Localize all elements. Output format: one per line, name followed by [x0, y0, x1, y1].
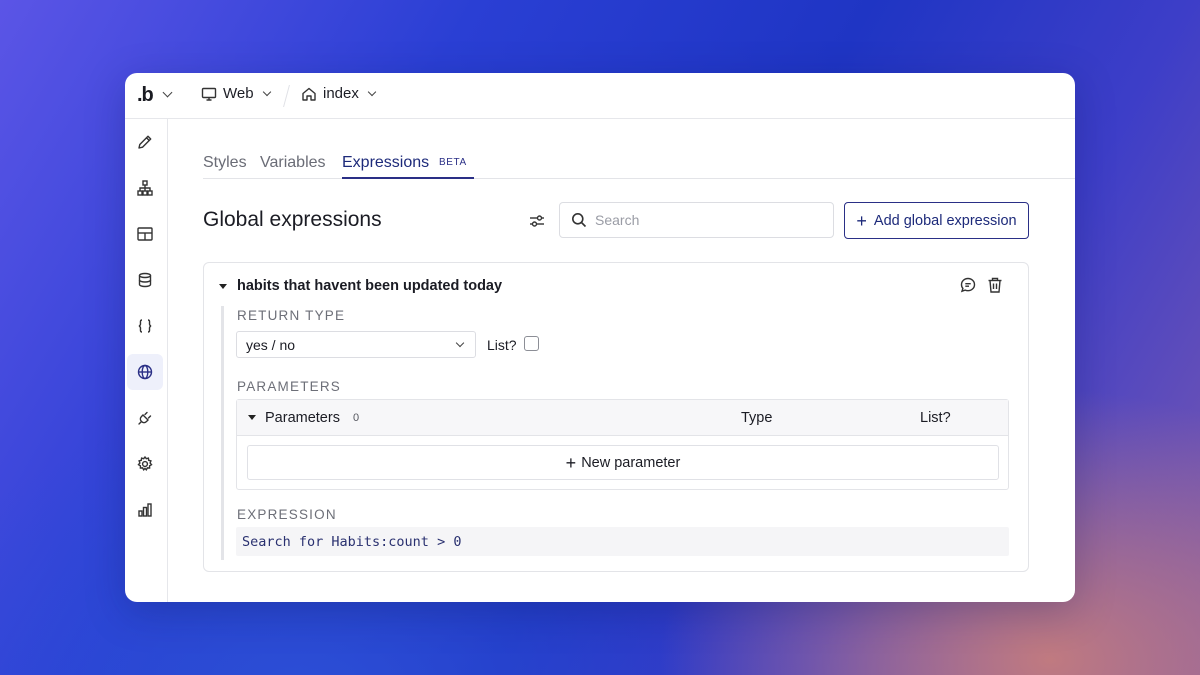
- chevron-down-icon: [367, 87, 377, 96]
- expression-card: habits that havent been updated today RE…: [203, 262, 1029, 572]
- expression-name[interactable]: habits that havent been updated today: [237, 278, 502, 294]
- platform-dropdown[interactable]: Web: [201, 85, 271, 102]
- beta-badge: BETA: [439, 157, 467, 168]
- return-type-value: yes / no: [246, 336, 296, 353]
- braces-icon: [138, 319, 152, 333]
- collapse-caret-icon[interactable]: [219, 284, 227, 289]
- sidebar-item-code[interactable]: [127, 308, 163, 344]
- add-global-expression-button[interactable]: + Add global expression: [844, 202, 1029, 239]
- parameters-label: PARAMETERS: [237, 379, 342, 394]
- collapse-caret-icon[interactable]: [248, 415, 256, 420]
- sidebar-item-data[interactable]: [127, 262, 163, 298]
- database-icon: [138, 272, 152, 288]
- chevron-down-icon: [455, 338, 465, 348]
- trash-icon[interactable]: [986, 276, 1004, 294]
- expression-code: Search for Habits:count > 0: [242, 533, 462, 550]
- return-type-select[interactable]: yes / no: [236, 331, 476, 358]
- hierarchy-icon: [137, 180, 153, 196]
- sidebar-item-tree[interactable]: [127, 170, 163, 206]
- tab-variables[interactable]: Variables: [260, 154, 326, 172]
- app-logo[interactable]: .b: [137, 84, 154, 107]
- new-parameter-button[interactable]: + New parameter: [247, 445, 999, 480]
- home-icon: [302, 87, 316, 101]
- active-tab-indicator: [342, 177, 474, 179]
- parameters-table-header: Parameters 0 Type List?: [237, 400, 1008, 436]
- plus-icon: +: [856, 210, 867, 231]
- monitor-icon: [201, 87, 217, 101]
- app-window: .b Web index Styles Variables Expression…: [125, 73, 1075, 602]
- tab-bar: Styles Variables Expressions BETA: [203, 149, 1075, 179]
- bar-chart-icon: [138, 503, 152, 517]
- parameters-count: 0: [353, 412, 360, 424]
- breadcrumb-divider: [283, 85, 290, 107]
- search-box: [559, 202, 834, 238]
- sidebar-item-settings[interactable]: [127, 446, 163, 482]
- chevron-down-icon: [262, 87, 271, 96]
- list-checkbox-label: List?: [487, 337, 517, 353]
- layout-icon: [137, 227, 153, 241]
- plug-icon: [138, 411, 152, 425]
- add-button-label: Add global expression: [873, 212, 1017, 229]
- search-icon: [572, 213, 587, 228]
- sidebar-item-plugins[interactable]: [127, 400, 163, 436]
- chevron-down-icon[interactable]: [162, 87, 173, 98]
- list-checkbox[interactable]: [524, 336, 539, 351]
- card-indent-bar: [221, 306, 224, 560]
- filter-icon[interactable]: [527, 211, 547, 231]
- sidebar-item-layout[interactable]: [127, 216, 163, 252]
- column-header-list: List?: [920, 410, 951, 426]
- main-panel: Styles Variables Expressions BETA Global…: [169, 119, 1075, 602]
- plus-icon: +: [565, 452, 577, 473]
- sidebar-item-design[interactable]: [127, 124, 163, 160]
- return-type-label: RETURN TYPE: [237, 308, 346, 323]
- new-parameter-label: New parameter: [581, 454, 681, 471]
- top-bar: .b Web index: [125, 73, 1075, 119]
- comment-icon[interactable]: [959, 276, 977, 294]
- pencil-icon: [138, 135, 152, 149]
- page-label: index: [323, 85, 359, 102]
- sidebar-item-analytics[interactable]: [127, 492, 163, 528]
- tab-styles[interactable]: Styles: [203, 154, 247, 172]
- tab-expressions[interactable]: Expressions: [342, 154, 429, 172]
- parameters-title: Parameters: [265, 410, 340, 426]
- expression-editor[interactable]: Search for Habits:count > 0: [236, 527, 1009, 556]
- expression-label: EXPRESSION: [237, 507, 337, 522]
- globe-icon: [137, 364, 153, 380]
- sidebar-item-global[interactable]: [127, 354, 163, 390]
- search-input[interactable]: [595, 212, 815, 228]
- parameters-table: Parameters 0 Type List? + New parameter: [236, 399, 1009, 490]
- sidebar: [125, 119, 168, 602]
- page-title: Global expressions: [203, 208, 382, 231]
- platform-label: Web: [223, 85, 254, 102]
- column-header-type: Type: [741, 410, 773, 426]
- page-dropdown[interactable]: index: [301, 85, 377, 102]
- gear-icon: [137, 455, 153, 471]
